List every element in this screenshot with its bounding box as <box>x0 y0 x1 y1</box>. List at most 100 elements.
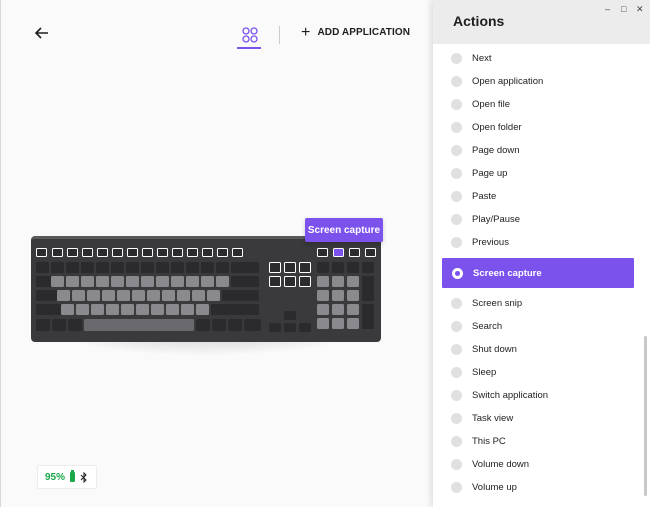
action-item[interactable]: Volume up <box>433 476 638 499</box>
keyboard-key <box>141 262 154 273</box>
keyboard-key <box>196 304 209 315</box>
keyboard-key <box>212 319 226 331</box>
keyboard-key <box>317 304 329 315</box>
action-item-label: Sleep <box>472 367 497 378</box>
action-item[interactable]: Volume down <box>433 453 638 476</box>
radio-icon <box>451 298 462 309</box>
keyboard-key <box>332 290 344 301</box>
action-item[interactable]: Search <box>433 315 638 338</box>
keyboard-key <box>232 248 243 257</box>
keyboard-key <box>186 276 199 287</box>
keyboard-key <box>136 304 149 315</box>
keyboard-key <box>81 262 94 273</box>
action-item[interactable]: Task view <box>433 407 638 430</box>
keyboard-key <box>82 248 93 257</box>
keyboard-key <box>332 276 344 287</box>
action-item[interactable]: Page down <box>433 139 638 162</box>
keyboard-key <box>156 262 169 273</box>
keyboard-key <box>244 319 261 331</box>
action-item[interactable]: Shut down <box>433 338 638 361</box>
keyboard-key <box>362 262 374 273</box>
plus-icon: + <box>301 23 311 41</box>
keyboard-key <box>187 248 198 257</box>
keyboard-key <box>91 304 104 315</box>
keyboard-key <box>57 290 70 301</box>
keyboard-key <box>177 290 190 301</box>
keyboard-key <box>333 248 344 257</box>
keyboard-key <box>347 262 359 273</box>
keyboard-key <box>332 318 344 329</box>
keyboard-key <box>347 304 359 315</box>
add-application-button[interactable]: + ADD APPLICATION <box>301 23 411 41</box>
keyboard-key <box>317 276 329 287</box>
back-arrow-icon[interactable] <box>33 24 51 42</box>
action-item[interactable]: Screen capture <box>442 258 634 288</box>
selected-action-tooltip: Screen capture <box>305 218 383 242</box>
radio-icon <box>451 459 462 470</box>
action-item[interactable]: Next <box>433 47 638 70</box>
keyboard-key <box>52 319 66 331</box>
action-item[interactable]: Open file <box>433 93 638 116</box>
keyboard-key <box>201 276 214 287</box>
keyboard-key <box>126 276 139 287</box>
radio-icon <box>451 76 462 87</box>
battery-icon <box>70 470 76 482</box>
keyboard-key <box>36 304 61 315</box>
keyboard-key <box>269 276 281 287</box>
keyboard-key <box>299 262 311 273</box>
action-item[interactable]: Play/Pause <box>433 208 638 231</box>
keyboard-key <box>76 304 89 315</box>
device-grid-icon[interactable] <box>239 24 261 46</box>
keyboard-key <box>172 248 183 257</box>
radio-icon <box>451 214 462 225</box>
action-item[interactable]: Sleep <box>433 361 638 384</box>
battery-percent: 95% <box>45 471 66 483</box>
radio-icon <box>451 53 462 64</box>
keyboard-key <box>362 276 374 301</box>
keyboard-key <box>207 290 220 301</box>
radio-icon <box>451 191 462 202</box>
keyboard-key <box>72 290 85 301</box>
action-item-label: Next <box>472 53 492 64</box>
action-item-label: Open file <box>472 99 511 110</box>
keyboard-key <box>106 304 119 315</box>
action-item[interactable]: Screen snip <box>433 292 638 315</box>
action-item[interactable]: Open application <box>433 70 638 93</box>
keyboard-key <box>362 304 374 329</box>
active-tab-underline <box>237 47 261 49</box>
keyboard-key <box>216 276 229 287</box>
keyboard-key <box>317 290 329 301</box>
action-item[interactable]: This PC <box>433 430 638 453</box>
keyboard-key <box>269 323 281 332</box>
keyboard-key <box>157 248 168 257</box>
keyboard-key <box>299 323 311 332</box>
action-item-label: Page down <box>472 145 520 156</box>
action-item-label: Volume up <box>472 482 517 493</box>
keyboard-key <box>97 248 108 257</box>
keyboard-key <box>211 304 259 315</box>
action-item[interactable]: Paste <box>433 185 638 208</box>
panel-title: Actions <box>453 13 505 29</box>
action-item[interactable]: Switch application <box>433 384 638 407</box>
keyboard-key <box>284 323 296 332</box>
scrollbar[interactable] <box>644 336 647 496</box>
keyboard-key <box>299 276 311 287</box>
add-application-label: ADD APPLICATION <box>317 27 411 38</box>
maximize-icon[interactable]: □ <box>621 4 626 14</box>
keyboard-key <box>126 262 139 273</box>
action-item[interactable]: Previous <box>433 231 638 254</box>
keyboard-key <box>127 248 138 257</box>
radio-icon <box>451 145 462 156</box>
keyboard-key <box>36 248 47 257</box>
radio-icon <box>451 390 462 401</box>
minimize-icon[interactable]: – <box>605 4 610 14</box>
action-item[interactable]: Page up <box>433 162 638 185</box>
action-item-label: Play/Pause <box>472 214 521 225</box>
keyboard-key <box>171 262 184 273</box>
radio-icon <box>451 413 462 424</box>
keyboard-key <box>231 276 259 287</box>
keyboard-key <box>192 290 205 301</box>
action-item[interactable]: Open folder <box>433 116 638 139</box>
action-item-label: Switch application <box>472 390 549 401</box>
close-icon[interactable]: ✕ <box>636 4 644 15</box>
